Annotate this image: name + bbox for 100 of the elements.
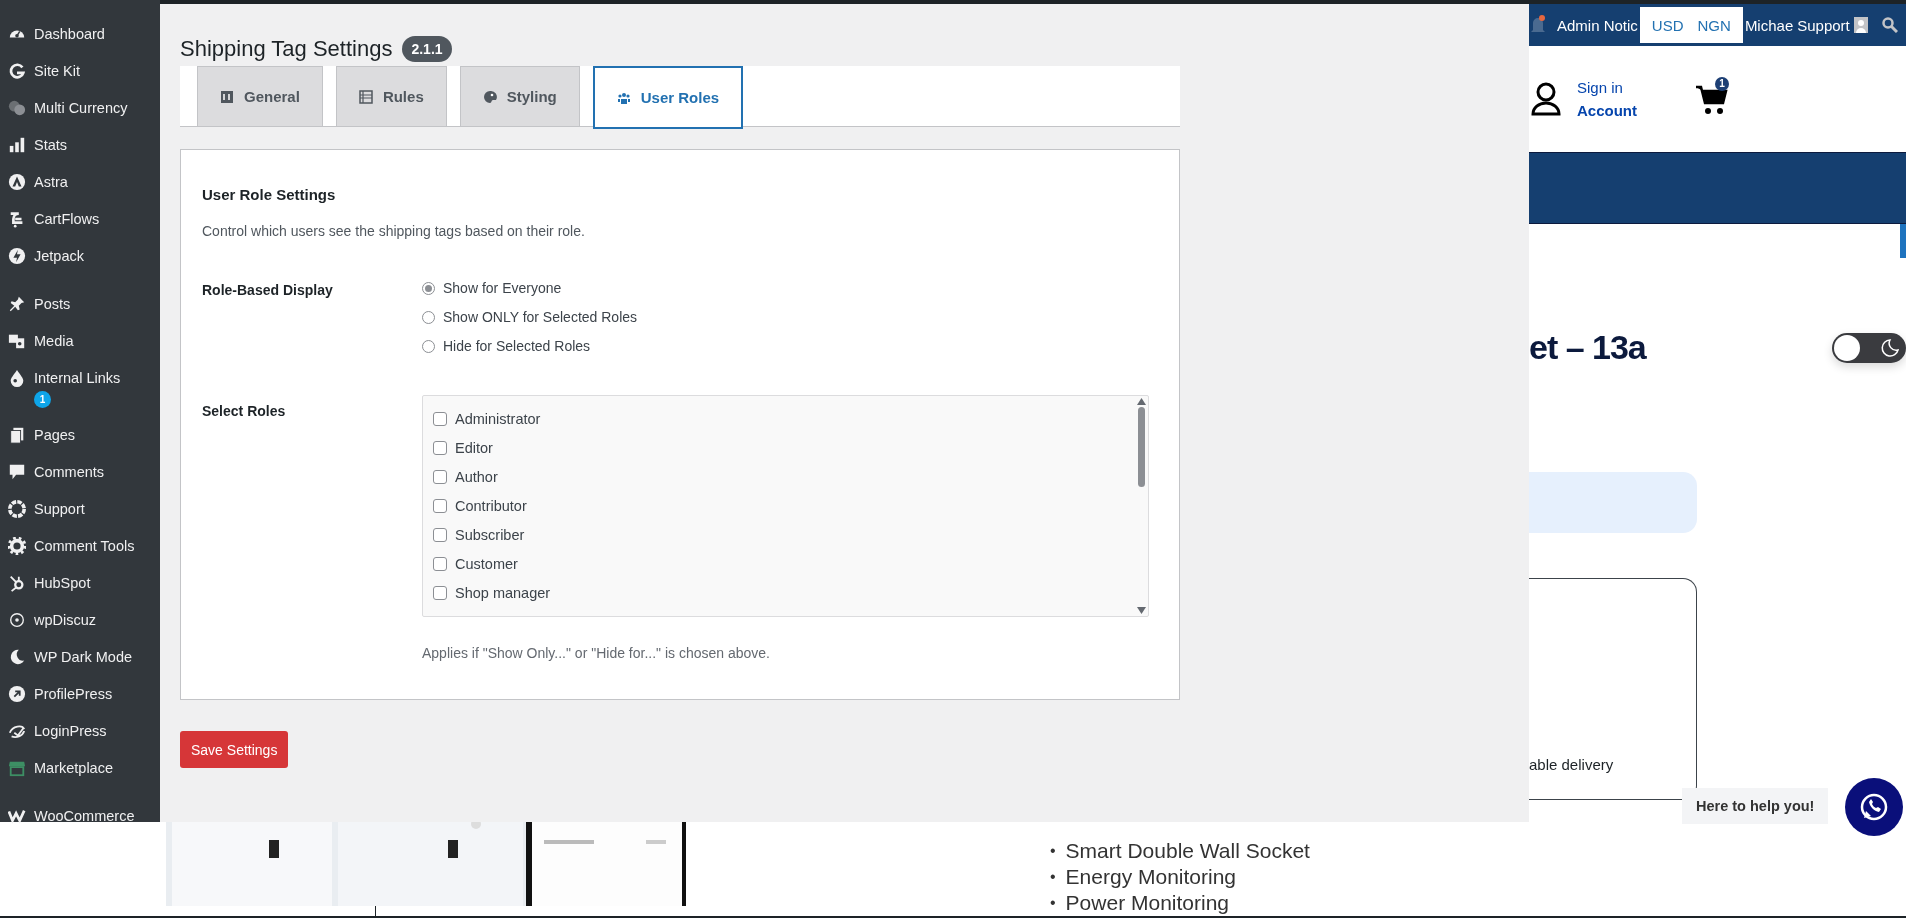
currency-switcher[interactable]: USD NGN <box>1639 7 1743 43</box>
swirl-icon <box>8 722 26 740</box>
save-button[interactable]: Save Settings <box>180 731 289 768</box>
help-text: Applies if "Show Only..." or "Hide for..." is chosen above. <box>422 645 771 661</box>
radio-button[interactable] <box>422 281 435 295</box>
sidebar-item[interactable]: Site Kit <box>0 52 160 89</box>
sidebar-item[interactable]: WooCommerce <box>0 797 160 834</box>
hub-icon <box>8 574 26 592</box>
radio-button[interactable] <box>422 339 435 353</box>
role-option[interactable]: Subscriber <box>433 524 1124 546</box>
triangle-logo-icon <box>8 173 26 191</box>
radio-button[interactable] <box>422 310 435 324</box>
checkbox[interactable] <box>433 499 447 513</box>
sidebar-item[interactable]: Pages <box>0 416 160 453</box>
role-option[interactable]: Author <box>433 466 1124 488</box>
bullet: • <box>1050 867 1056 887</box>
user-link[interactable]: Michae <box>1744 16 1794 34</box>
accent-bar <box>1900 224 1906 258</box>
user-icon[interactable] <box>1531 82 1561 116</box>
role-option[interactable]: Administrator <box>433 408 1124 430</box>
radio-option[interactable]: Hide for Selected Roles <box>422 338 638 354</box>
checkbox[interactable] <box>433 528 447 542</box>
tab[interactable]: Styling <box>459 66 580 127</box>
tab[interactable]: General <box>197 66 323 127</box>
search-icon[interactable] <box>1881 17 1898 33</box>
page-title: Shipping Tag Settings <box>180 36 393 62</box>
feature-item: Smart Double Wall Socket <box>1065 838 1310 864</box>
currency-option[interactable]: NGN <box>1697 16 1731 34</box>
sign-in-link[interactable]: Sign in <box>1577 79 1637 96</box>
avatar-icon[interactable] <box>1853 17 1868 33</box>
sidebar-item-label: Internal Links <box>34 369 121 388</box>
sidebar-item[interactable]: CartFlows <box>0 200 160 237</box>
checkbox[interactable] <box>433 470 447 484</box>
sidebar-item[interactable]: Jetpack <box>0 237 160 274</box>
checkbox[interactable] <box>433 586 447 600</box>
sidebar-item[interactable]: Multi Currency <box>0 89 160 126</box>
tab[interactable]: User Roles <box>592 66 744 129</box>
admin-notices-link[interactable]: Admin Notic <box>1557 16 1638 34</box>
scroll-up-icon[interactable] <box>1136 398 1146 405</box>
role-option[interactable]: Shop manager <box>433 582 1124 604</box>
sidebar-item[interactable]: Media <box>0 322 160 359</box>
arrow-circle-icon <box>8 685 26 703</box>
media-icon <box>8 332 26 350</box>
tab[interactable]: Rules <box>335 66 447 127</box>
chat-prompt: Here to help you! <box>1682 788 1829 824</box>
moon-icon <box>1880 337 1900 358</box>
cart-count-badge: 1 <box>1715 77 1729 91</box>
version-badge: 2.1.1 <box>402 36 452 62</box>
sidebar-item[interactable]: WP Dark Mode <box>0 638 160 675</box>
delivery-text: able delivery <box>1529 756 1614 773</box>
section-description: Control which users see the shipping tags based on their role. <box>202 223 586 239</box>
gear-icon <box>8 537 26 555</box>
sidebar-item[interactable]: Comment Tools <box>0 527 160 564</box>
chat-circle-icon <box>8 611 26 629</box>
pin-icon <box>8 295 26 313</box>
sidebar-item[interactable]: wpDiscuz <box>0 601 160 638</box>
count-badge: 1 <box>34 391 51 408</box>
radio-option[interactable]: Show ONLY for Selected Roles <box>422 309 638 325</box>
sidebar-item[interactable]: Stats <box>0 126 160 163</box>
list-icon <box>358 89 373 104</box>
checkbox[interactable] <box>433 557 447 571</box>
field-label: Role-Based Display <box>202 281 334 300</box>
sidebar-item[interactable]: HubSpot <box>0 564 160 601</box>
account-link[interactable]: Account <box>1577 102 1637 119</box>
sidebar-item[interactable]: Posts <box>0 285 160 322</box>
checkbox[interactable] <box>433 412 447 426</box>
drop-icon <box>8 369 26 387</box>
bullet: • <box>1050 893 1056 913</box>
feature-item: Power Monitoring <box>1065 890 1229 916</box>
role-option[interactable]: Customer <box>433 553 1124 575</box>
dark-mode-toggle[interactable] <box>1832 332 1906 363</box>
bar-chart-icon <box>8 136 26 154</box>
moon-icon <box>8 648 26 666</box>
sidebar-item[interactable]: ProfilePress <box>0 675 160 712</box>
sidebar-item[interactable]: Support <box>0 490 160 527</box>
section-title: User Role Settings <box>202 186 337 203</box>
sidebar-item[interactable]: LoginPress <box>0 712 160 749</box>
checkbox[interactable] <box>433 441 447 455</box>
pages-icon <box>8 426 26 444</box>
support-link[interactable]: Support <box>1797 16 1850 34</box>
bolt-icon <box>8 247 26 265</box>
bullet: • <box>1050 841 1056 861</box>
scrollbar-thumb[interactable] <box>1137 407 1145 487</box>
sidebar-item[interactable]: Marketplace <box>0 749 160 786</box>
currency-option[interactable]: USD <box>1651 16 1684 34</box>
store-icon <box>8 759 26 777</box>
g-logo-icon <box>8 62 26 80</box>
chat-button[interactable] <box>1845 778 1903 836</box>
role-option[interactable]: Contributor <box>433 495 1124 517</box>
role-option[interactable]: Editor <box>433 437 1124 459</box>
coins-icon <box>8 99 26 117</box>
sidebar-item[interactable]: Internal Links 1 <box>0 359 160 416</box>
scroll-down-icon[interactable] <box>1136 607 1146 614</box>
sidebar-item[interactable]: Comments <box>0 453 160 490</box>
palette-icon <box>482 89 497 104</box>
roles-listbox[interactable]: Administrator Editor Author Contributor Subscriber Customer Shop manager <box>422 395 1149 617</box>
sidebar-item[interactable]: Astra <box>0 163 160 200</box>
feature-item: Energy Monitoring <box>1065 864 1237 890</box>
radio-option[interactable]: Show for Everyone <box>422 280 638 296</box>
sidebar-item[interactable]: Dashboard <box>0 15 160 52</box>
